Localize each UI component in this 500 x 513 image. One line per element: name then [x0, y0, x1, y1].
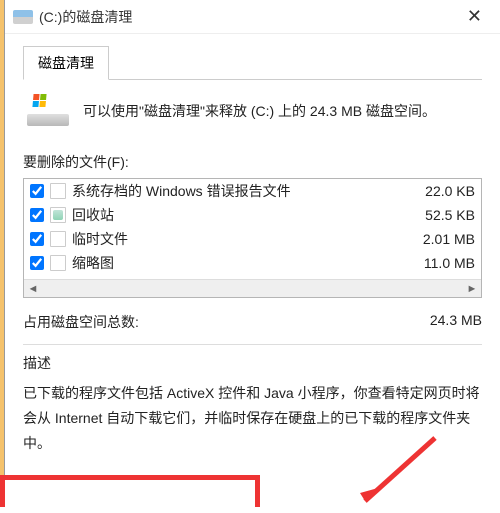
list-item[interactable]: 系统存档的 Windows 错误报告文件 22.0 KB [24, 179, 481, 203]
item-name: 系统存档的 Windows 错误报告文件 [72, 181, 403, 201]
item-name: 回收站 [72, 205, 403, 225]
item-checkbox[interactable] [30, 256, 44, 270]
list-item[interactable]: 缩略图 11.0 MB [24, 251, 481, 275]
list-item[interactable]: 临时文件 2.01 MB [24, 227, 481, 251]
annotation-highlight-box [0, 475, 260, 507]
description-caption: 描述 [23, 353, 482, 373]
files-listbox[interactable]: 系统存档的 Windows 错误报告文件 22.0 KB 回收站 52.5 KB… [23, 178, 482, 298]
scroll-right-icon[interactable]: ► [463, 280, 481, 297]
item-size: 11.0 MB [403, 255, 475, 271]
item-name: 临时文件 [72, 229, 403, 249]
recycle-bin-icon [50, 207, 66, 223]
item-checkbox[interactable] [30, 184, 44, 198]
titlebar: (C:)的磁盘清理 ✕ [5, 0, 500, 34]
close-icon[interactable]: ✕ [457, 2, 492, 31]
intro-text: 可以使用"磁盘清理"来释放 (C:) 上的 24.3 MB 磁盘空间。 [83, 101, 436, 121]
files-to-delete-label: 要删除的文件(F): [23, 152, 482, 172]
separator [23, 344, 482, 345]
disk-cleanup-icon [27, 96, 69, 126]
file-icon [50, 231, 66, 247]
total-space-value: 24.3 MB [430, 312, 482, 332]
item-size: 2.01 MB [403, 231, 475, 247]
file-icon [50, 183, 66, 199]
item-checkbox[interactable] [30, 232, 44, 246]
drive-icon [13, 10, 33, 24]
total-space-label: 占用磁盘空间总数: [23, 312, 139, 332]
tab-disk-cleanup[interactable]: 磁盘清理 [23, 46, 109, 80]
window-title: (C:)的磁盘清理 [39, 7, 457, 27]
tabstrip: 磁盘清理 [23, 46, 482, 80]
item-size: 52.5 KB [403, 207, 475, 223]
item-name: 缩略图 [72, 253, 403, 273]
list-item[interactable]: 回收站 52.5 KB [24, 203, 481, 227]
item-size: 22.0 KB [403, 183, 475, 199]
horizontal-scrollbar[interactable]: ◄ ► [24, 279, 481, 297]
description-body: 已下载的程序文件包括 ActiveX 控件和 Java 小程序，你查看特定网页时… [23, 381, 482, 457]
scroll-left-icon[interactable]: ◄ [24, 280, 42, 297]
item-checkbox[interactable] [30, 208, 44, 222]
file-icon [50, 255, 66, 271]
